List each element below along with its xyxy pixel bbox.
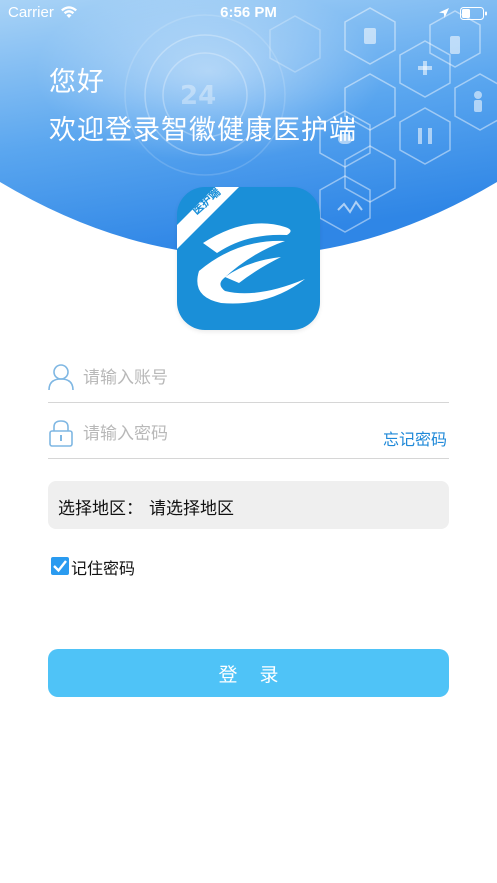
forgot-password-link[interactable]: 忘记密码 xyxy=(383,426,447,450)
background-dial-number: 24 xyxy=(180,81,216,111)
password-field: 忘记密码 xyxy=(48,406,449,459)
location-arrow-icon xyxy=(438,6,450,23)
remember-password-label: 记住密码 xyxy=(71,559,136,578)
region-value: 请选择地区 xyxy=(149,499,234,519)
region-label: 选择地区： xyxy=(58,499,143,519)
greeting-title: 您好 xyxy=(49,67,105,98)
user-icon xyxy=(48,363,74,395)
account-input[interactable] xyxy=(81,362,365,394)
account-field xyxy=(48,350,449,403)
login-button[interactable]: 登录 xyxy=(48,649,449,697)
welcome-title: 欢迎登录智徽健康医护端 xyxy=(49,115,357,146)
remember-password-checkbox[interactable] xyxy=(51,557,69,575)
password-input[interactable] xyxy=(81,418,365,450)
app-logo: 医护端 xyxy=(177,187,320,330)
checkmark-icon xyxy=(53,560,67,573)
lock-icon xyxy=(48,419,74,451)
status-bar: Carrier 6:56 PM xyxy=(0,0,497,26)
region-selector[interactable]: 选择地区： 请选择地区 xyxy=(48,481,449,529)
battery-icon xyxy=(460,7,488,24)
status-time: 6:56 PM xyxy=(220,4,277,21)
